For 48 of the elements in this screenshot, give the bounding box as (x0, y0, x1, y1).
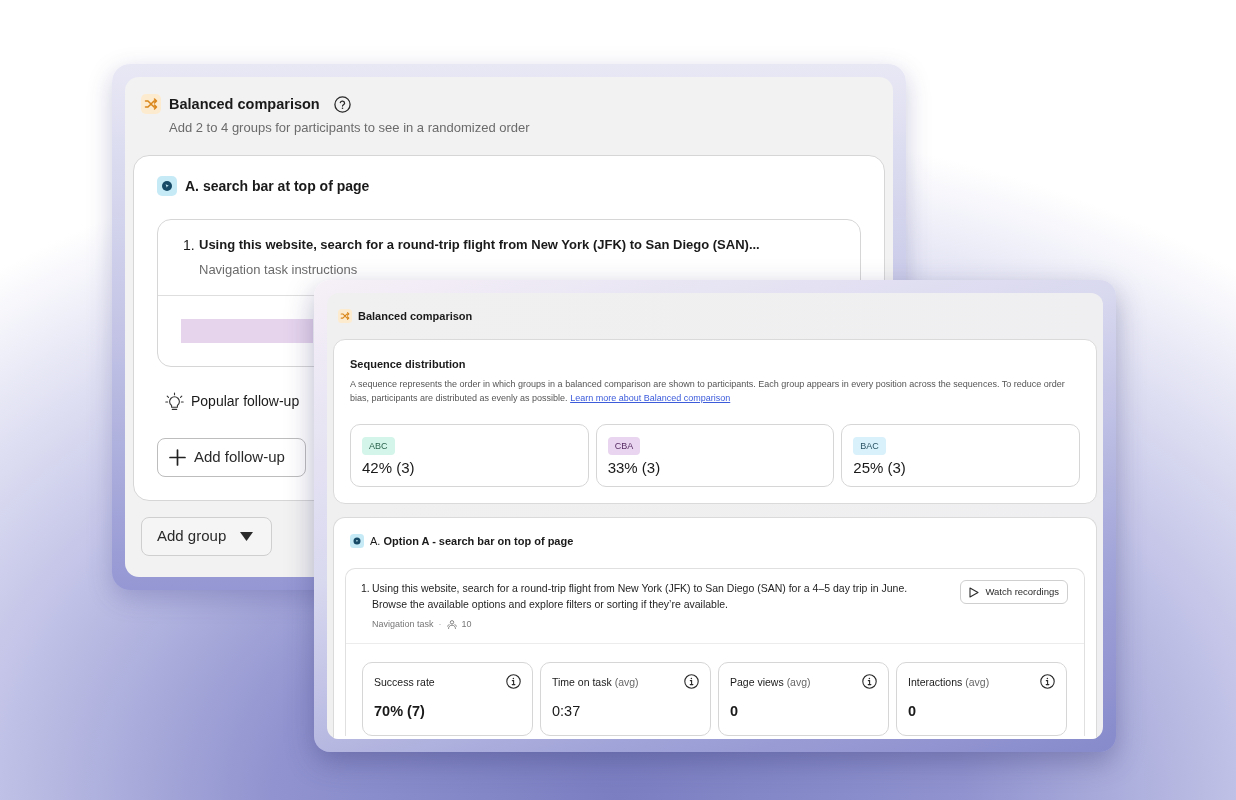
info-icon[interactable] (1040, 674, 1055, 689)
group-title: A. search bar at top of page (185, 177, 370, 196)
help-icon[interactable] (333, 95, 351, 113)
task-caption: Navigation task instructions (199, 261, 358, 278)
metric-value: 0 (908, 702, 918, 721)
panel-subtitle: Add 2 to 4 groups for participants to see in a randomized order (168, 119, 530, 137)
sequence-share: 33% (3) (607, 459, 661, 477)
sequence-tag: BAC (853, 437, 886, 455)
panel-title: Balanced comparison (169, 95, 320, 114)
info-icon[interactable] (506, 674, 521, 689)
watch-recordings-button[interactable]: Watch recordings (960, 580, 1068, 604)
task-instructions: Using this website, search for a round-trip flight from New York (JFK) to San Diego (SAN) for a 4–5 day trip in June. Browse the available options and explore filters or sorting if they’re available. (372, 581, 909, 612)
task-title: Using this website, search for a round-trip flight from New York (JFK) to San Diego (SAN)... (199, 236, 760, 254)
play-icon (969, 586, 980, 598)
metric-value: 0:37 (552, 702, 582, 721)
metric-value: 70% (7) (374, 702, 426, 721)
task-type: Navigation task (372, 618, 434, 631)
info-icon[interactable] (862, 674, 877, 689)
caret-down-icon (240, 532, 254, 541)
group-title: A. Option A - search bar on top of page (370, 534, 574, 548)
task-number: 1. (183, 236, 196, 255)
sequence-tag: CBA (607, 437, 641, 455)
sequence-tag: ABC (362, 437, 395, 455)
sequence-share: 42% (3) (362, 459, 415, 477)
task-number: 1. (361, 581, 371, 596)
group-marker-icon (350, 534, 364, 548)
separator: · (438, 618, 442, 631)
plus-icon (169, 449, 186, 466)
metric-label: Time on task (avg) (552, 674, 639, 689)
metric-value: 0 (730, 702, 740, 721)
shuffle-icon (338, 309, 352, 323)
group-marker-icon (157, 176, 177, 196)
shuffle-icon (141, 94, 161, 114)
section-description: A sequence represents the order in which groups in a balanced comparison are shown to participants. Each group appears in every position across the sequences. To reduce order bias, participants are distributed as evenly as possible. Learn more about Balanced comparison (350, 378, 1066, 405)
users-icon (446, 619, 457, 629)
add-group-button[interactable]: Add group (141, 517, 272, 556)
metric-label: Interactions (avg) (908, 674, 990, 689)
info-icon[interactable] (684, 674, 699, 689)
section-title: Sequence distribution (350, 357, 467, 371)
metric-label: Success rate (374, 674, 435, 689)
follow-up-hint: Popular follow-up (191, 392, 300, 411)
metric-label: Page views (avg) (730, 674, 811, 689)
panel-title: Balanced comparison (358, 309, 473, 323)
sequence-share: 25% (3) (853, 459, 906, 477)
add-follow-up-button[interactable]: Add follow-up (157, 438, 306, 477)
lightbulb-icon (165, 391, 184, 411)
participant-count: 10 (461, 618, 472, 631)
learn-more-link[interactable]: Learn more about Balanced comparison (570, 393, 731, 403)
